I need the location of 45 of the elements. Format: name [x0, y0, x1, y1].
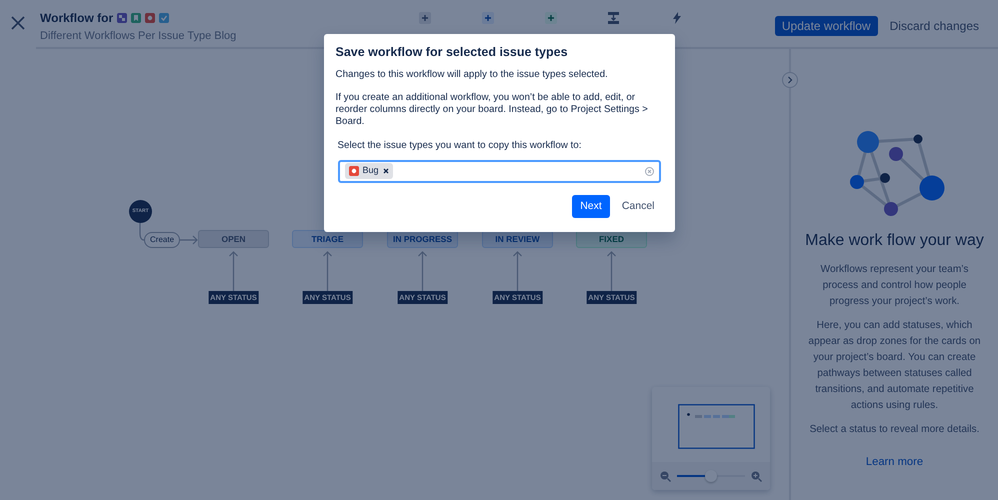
close-icon[interactable] — [11, 16, 25, 30]
workflow-subtitle: Different Workflows Per Issue Type Blog — [40, 29, 236, 44]
add-status-icon[interactable] — [544, 12, 557, 24]
zoom-slider[interactable] — [677, 470, 745, 482]
tag-label: Bug — [362, 164, 379, 178]
next-button[interactable]: Next — [572, 194, 610, 218]
field-label: Select the issue types you want to copy this workflow to: — [338, 139, 582, 153]
update-workflow-button[interactable]: Update workflow — [774, 16, 878, 36]
transition-icon[interactable] — [608, 12, 620, 24]
transition-arrow — [418, 251, 428, 293]
modal-paragraph: Changes to this workflow will apply to the issue types selected. — [336, 69, 609, 81]
transition-arrow — [228, 251, 238, 293]
bug-icon — [145, 13, 156, 23]
cancel-button[interactable]: Cancel — [614, 194, 662, 218]
zoom-in-icon[interactable] — [751, 470, 762, 482]
transition-label: Create — [144, 232, 180, 248]
status-node: OPEN — [198, 230, 269, 248]
panel-paragraph: Here, you can add statuses, which appear as drop zones for the cards on your project’s board. You can create pathways between statuses called transitions, and automate repetitive actions using rules. — [807, 319, 982, 414]
diagram-thumbnail-drawing — [687, 413, 735, 419]
add-status-icon[interactable] — [418, 12, 431, 24]
chevron-icon — [787, 76, 793, 84]
subtask-icon — [117, 13, 128, 23]
panel-heading: Make work flow your way — [805, 231, 984, 250]
lightning-icon[interactable] — [672, 12, 681, 24]
modal-title: Save workflow for selected issue types — [336, 45, 569, 60]
discard-changes-button[interactable]: Discard changes — [884, 12, 985, 40]
learn-more-link[interactable]: Learn more — [866, 454, 924, 471]
add-status-icon[interactable] — [482, 12, 494, 24]
transition-arrow — [322, 251, 332, 293]
panel-paragraph: Select a status to reveal more details. — [808, 423, 980, 438]
viewport-frame[interactable] — [678, 404, 755, 449]
modal-paragraph: If you create an additional workflow, you won’t be able to add, edit, or reorder columns directly on your board. Instead, go to Project Settings > Board. — [336, 92, 649, 128]
transition-arrow — [512, 251, 522, 293]
transition-arrow — [606, 251, 616, 293]
collapse-button[interactable] — [782, 72, 798, 88]
bookmark-icon — [131, 13, 142, 23]
workflow-title: Workflow for — [40, 10, 114, 27]
checkbox-icon — [159, 13, 170, 23]
connector-line — [139, 223, 144, 241]
issue-type-select[interactable]: Bug — [338, 160, 660, 183]
zoom-out-icon[interactable] — [660, 470, 671, 482]
remove-tag-icon[interactable] — [382, 168, 389, 174]
status-node: TRIAGE — [292, 230, 363, 248]
panel-paragraph: Workflows represent your team’s process and control how people progress your project’s work. — [820, 263, 970, 310]
clear-icon[interactable] — [644, 166, 654, 176]
